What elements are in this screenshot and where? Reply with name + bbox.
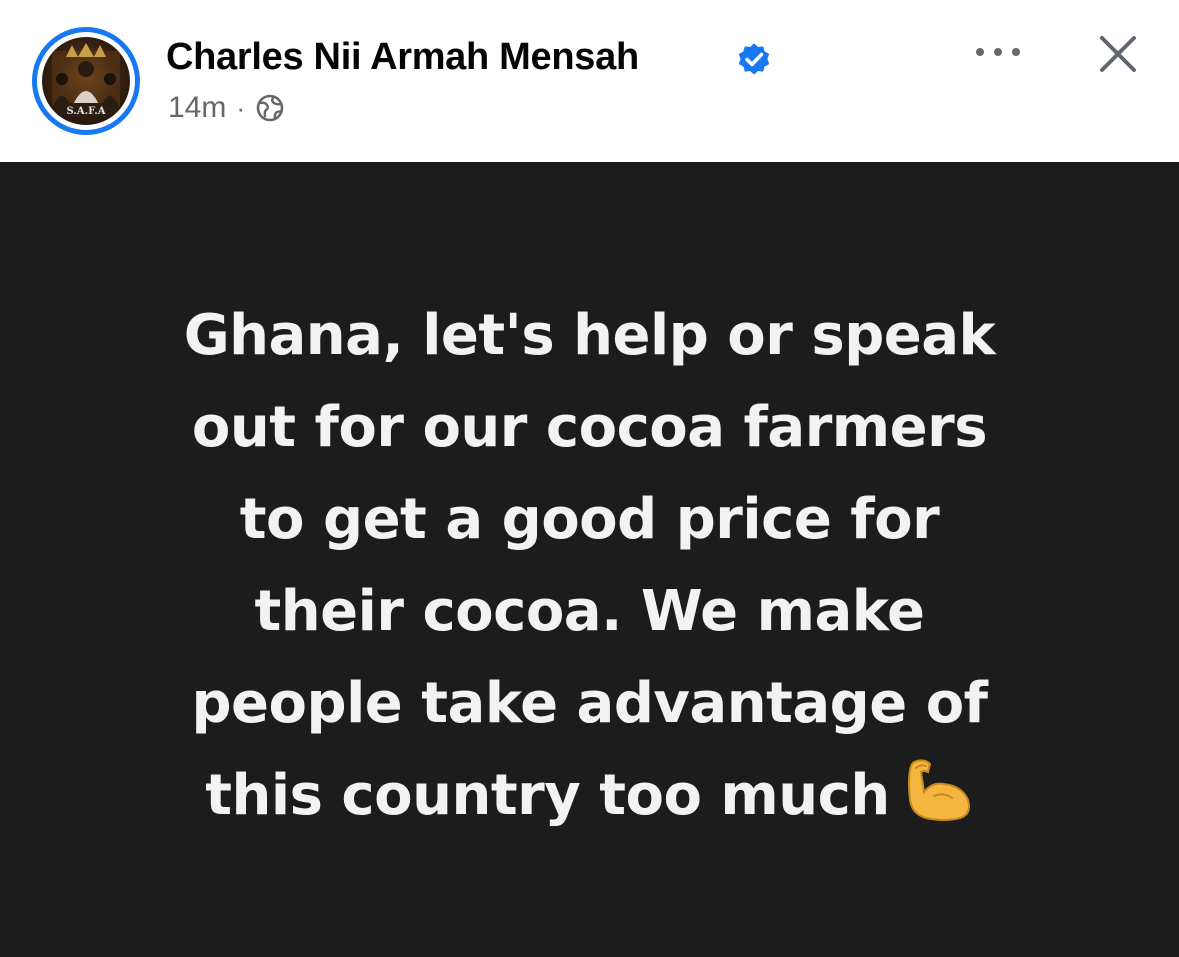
post-text-last-line: this country too much: [60, 750, 1119, 842]
post-text-line: people take advantage of: [191, 671, 988, 736]
post-text-line: Ghana, let's help or speak: [183, 303, 996, 368]
author-name[interactable]: Charles Nii Armah Mensah: [166, 36, 639, 79]
post-timestamp[interactable]: 14m: [168, 91, 226, 125]
post-text: Ghana, let's help or speak out for our c…: [60, 290, 1119, 842]
more-options-button[interactable]: [966, 32, 1030, 72]
avatar-image: S.A.F.A: [42, 37, 130, 125]
post-content-card: Ghana, let's help or speak out for our c…: [0, 162, 1179, 957]
verified-badge-icon: [738, 43, 770, 75]
avatar-border: S.A.F.A: [37, 32, 135, 130]
more-horizontal-icon: [976, 48, 1020, 56]
post-meta: 14m ·: [168, 88, 285, 128]
flexed-biceps-icon: [907, 759, 970, 821]
close-button[interactable]: [1090, 26, 1146, 82]
post-text-line: this country too much: [205, 763, 890, 828]
avatar-text: S.A.F.A: [67, 106, 106, 117]
avatar-artwork: S.A.F.A: [52, 43, 120, 117]
globe-icon[interactable]: [255, 93, 285, 123]
close-icon: [1100, 36, 1136, 72]
avatar[interactable]: S.A.F.A: [32, 27, 140, 135]
post-text-line: to get a good price for: [239, 487, 940, 552]
post-header: S.A.F.A Charles Nii Armah Mensah 14m ·: [0, 0, 1179, 162]
meta-separator: ·: [236, 93, 246, 123]
post-text-line: out for our cocoa farmers: [191, 395, 988, 460]
post-text-line: their cocoa. We make: [254, 579, 925, 644]
